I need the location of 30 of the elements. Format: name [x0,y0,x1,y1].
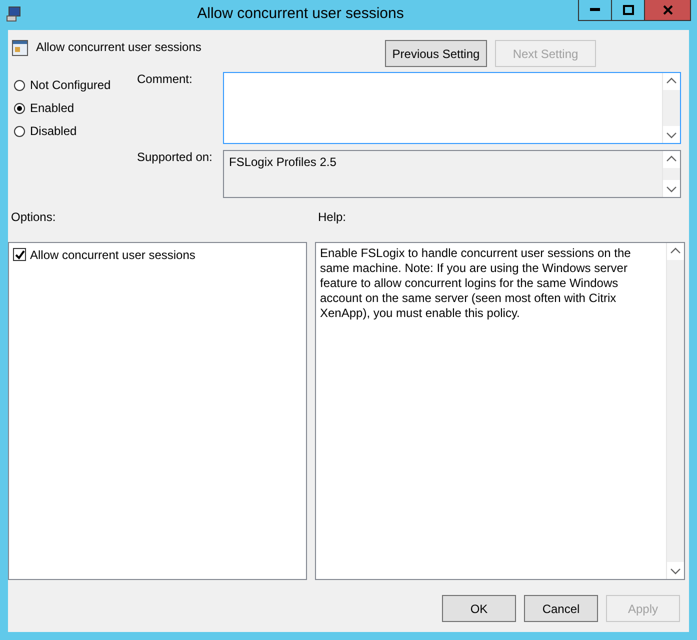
checkbox-label: Allow concurrent user sessions [30,248,196,262]
radio-button[interactable] [14,126,25,136]
options-label: Options: [11,210,57,224]
comment-field[interactable] [223,72,681,144]
previous-setting-button[interactable]: Previous Setting [385,40,487,67]
minimize-icon [590,8,600,12]
checkbox[interactable] [13,248,26,261]
setting-title: Allow concurrent user sessions [36,40,202,56]
radio-label: Enabled [30,101,74,115]
policy-icon [12,40,28,56]
scroll-bar[interactable] [666,243,684,579]
scroll-bar[interactable] [662,151,680,197]
close-button[interactable] [644,0,691,21]
radio-label: Not Configured [30,78,111,92]
maximize-icon [622,5,634,15]
cancel-button[interactable]: Cancel [524,595,598,622]
radio-button[interactable] [14,102,25,114]
comment-label: Comment: [137,72,194,88]
computer-icon [6,6,22,22]
minimize-button[interactable] [578,0,612,21]
radio-label: Disabled [30,124,77,138]
close-icon [662,5,672,15]
radio-button[interactable] [14,80,25,90]
help-label: Help: [318,210,348,224]
scroll-bar[interactable] [662,73,680,143]
ok-button[interactable]: OK [442,595,516,622]
supported-on-label: Supported on: [137,150,214,166]
supported-on-value: FSLogix Profiles 2.5 [228,154,338,171]
window-title: Allow concurrent user sessions [196,4,405,22]
help-text: Enable FSLogix to handle concurrent user sessions on the same machine. Note: If you are using the Windows server feature to allow concurrent logins for the same Windows account on the same server (seen most often with Citrix XenApp), you must enable this policy. [319,245,632,322]
